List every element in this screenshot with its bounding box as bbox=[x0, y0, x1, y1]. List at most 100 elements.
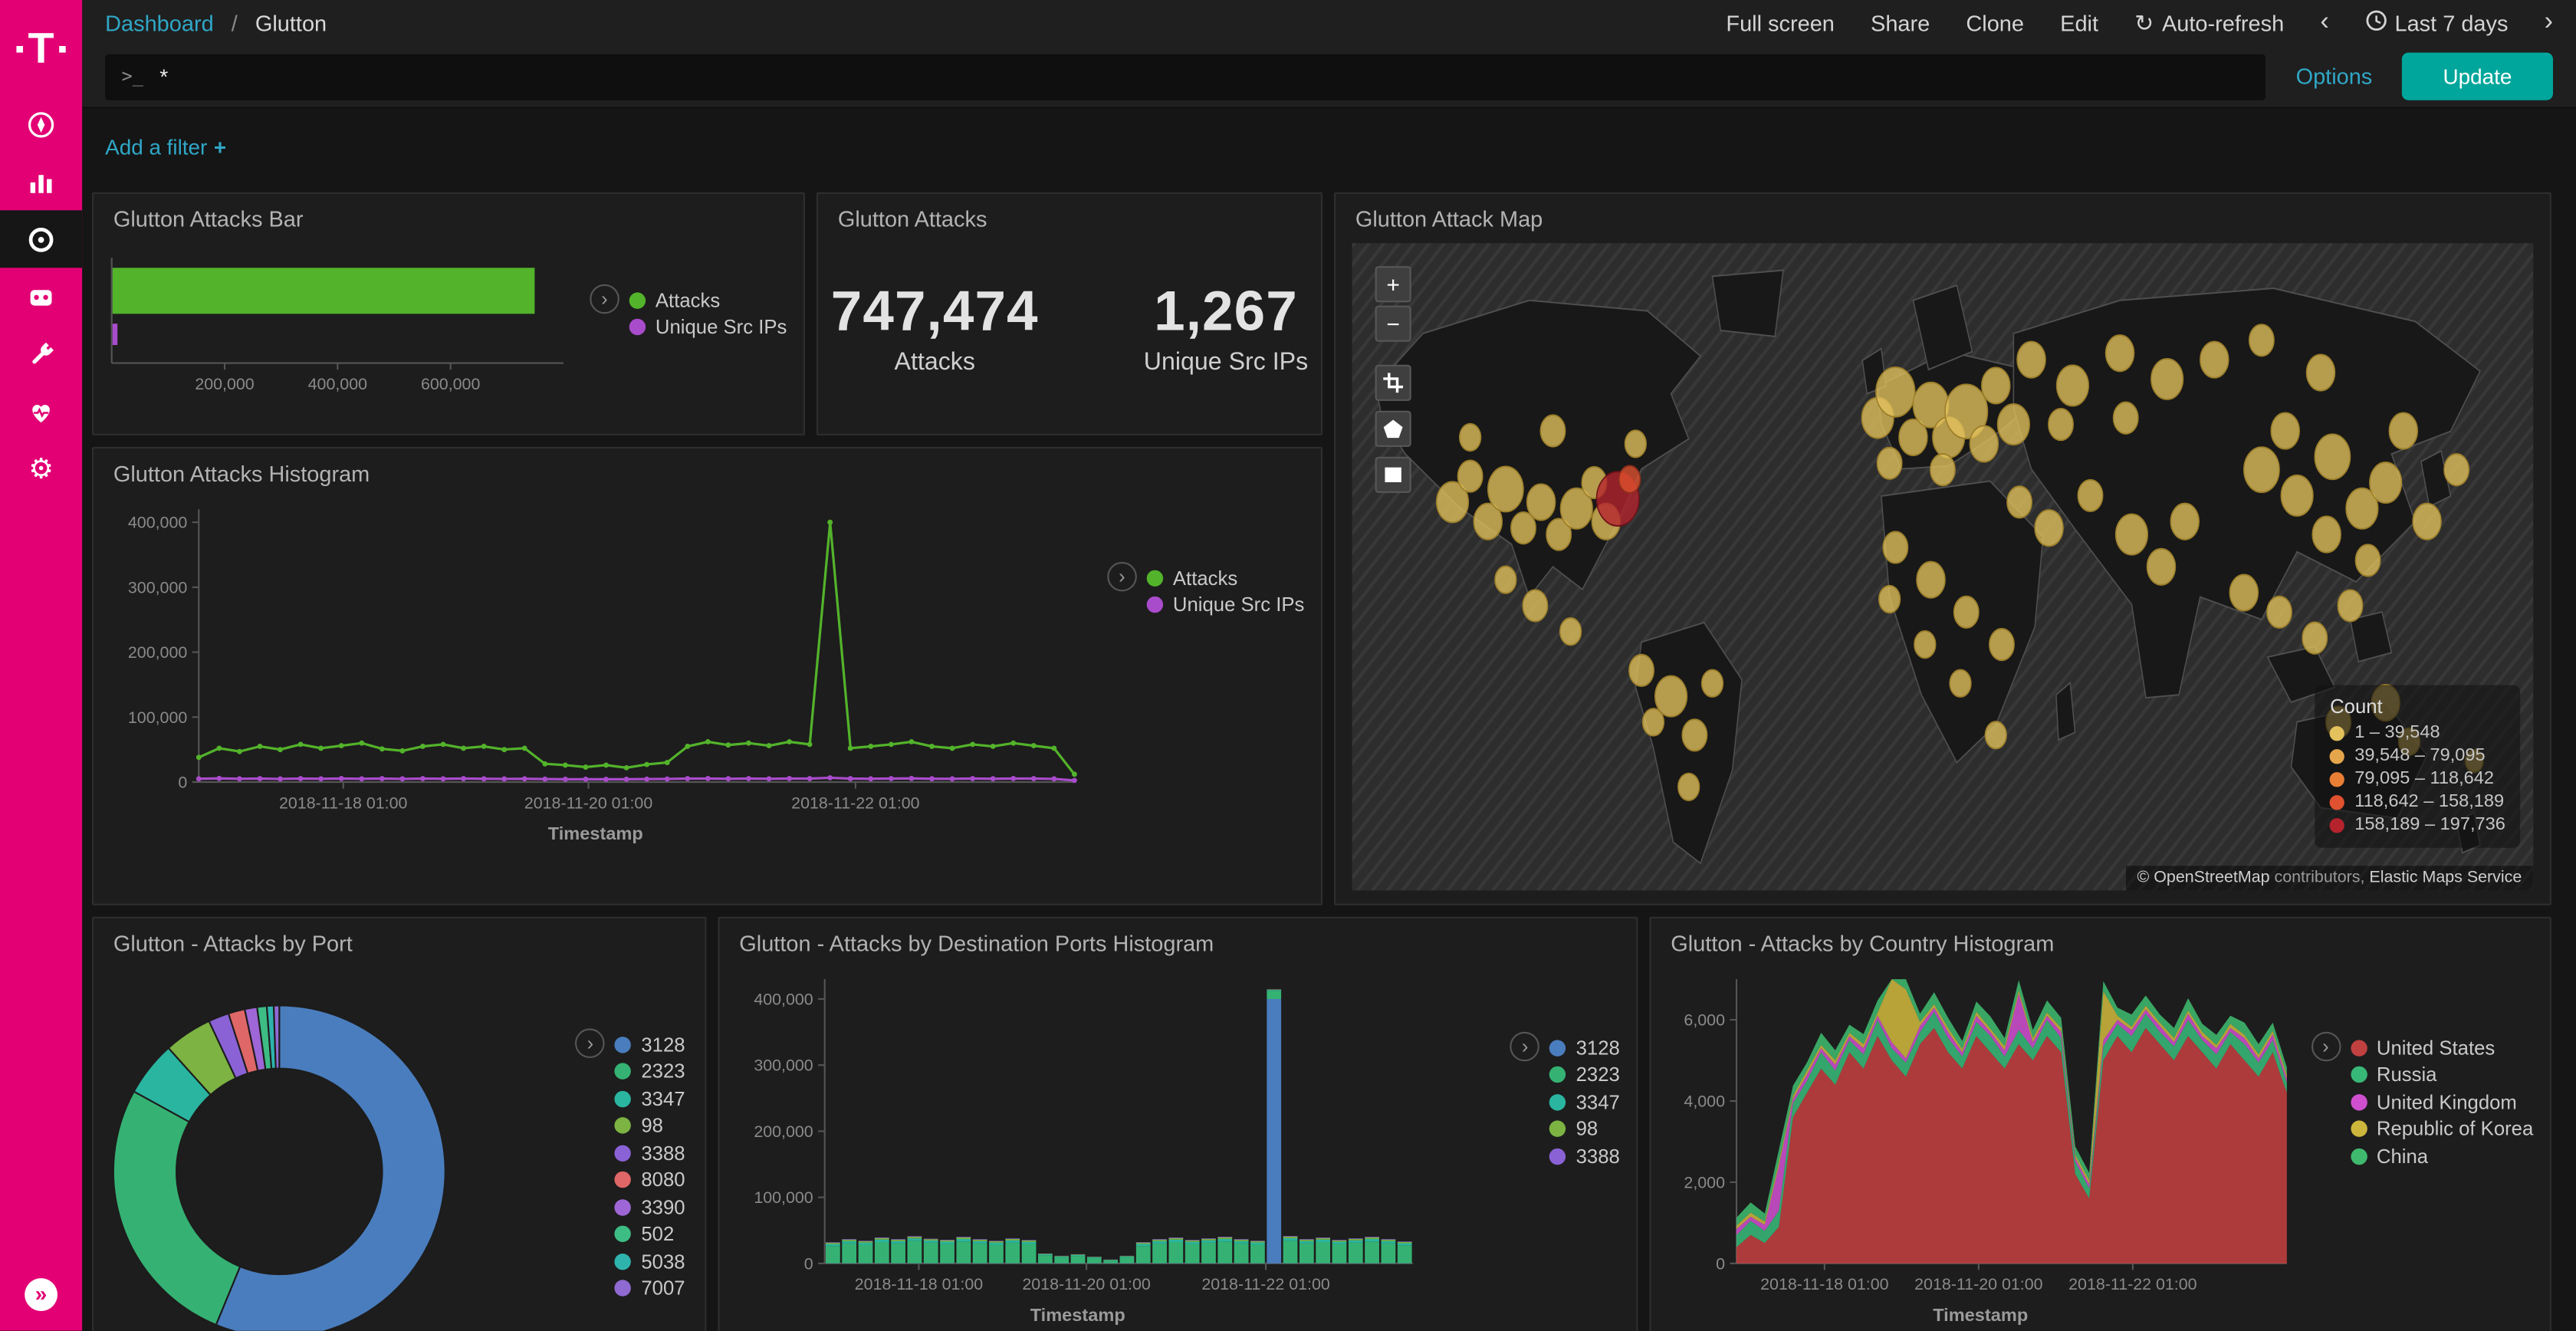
metric-unique-src-ips: 1,267 Unique Src IPs bbox=[1144, 281, 1308, 376]
sidebar-item-visualize[interactable] bbox=[0, 153, 82, 210]
share-button[interactable]: Share bbox=[1871, 11, 1930, 35]
filter-bar: Add a filter+ bbox=[82, 108, 2576, 184]
attacks-histogram-chart[interactable]: 0100,000200,000300,000400,0002018-11-18 … bbox=[107, 496, 1084, 821]
legend-item[interactable]: United Kingdom bbox=[2351, 1090, 2534, 1113]
legend-item[interactable]: 3128 bbox=[615, 1033, 685, 1056]
update-button[interactable]: Update bbox=[2402, 53, 2553, 100]
metric-value: 1,267 bbox=[1144, 281, 1308, 345]
sidebar-item-devtools[interactable] bbox=[0, 325, 82, 383]
legend-toggle-icon[interactable]: › bbox=[2311, 1032, 2341, 1062]
breadcrumb-separator: / bbox=[232, 11, 238, 35]
sidebar-item-dashboard[interactable] bbox=[0, 210, 82, 268]
legend-item[interactable]: 98 bbox=[1549, 1117, 1620, 1140]
sidebar-collapse-icon[interactable]: » bbox=[25, 1278, 58, 1311]
legend-item[interactable]: Unique Src IPs bbox=[629, 315, 787, 338]
legend-toggle-icon[interactable]: › bbox=[1510, 1032, 1540, 1062]
query-bar: >_ Options Update bbox=[82, 46, 2576, 108]
rectangle-tool-button[interactable] bbox=[1375, 457, 1411, 493]
panel-attacks-histogram: Glutton Attacks Histogram 0100,000200,00… bbox=[92, 447, 1322, 905]
chart-legend: › 3128 2323 3347 98 3388 8080 3390 502 5038 7007 bbox=[576, 1028, 692, 1330]
legend-item[interactable]: 3390 bbox=[615, 1195, 685, 1218]
ports-histogram-chart[interactable]: 0100,000200,000300,000400,0002018-11-18 … bbox=[733, 966, 1423, 1303]
svg-text:400,000: 400,000 bbox=[128, 514, 187, 532]
ports-donut-chart[interactable] bbox=[107, 999, 452, 1331]
query-input-wrap[interactable]: >_ bbox=[105, 54, 2266, 100]
legend-item[interactable]: 39,548 – 79,095 bbox=[2330, 746, 2505, 766]
legend-item[interactable]: 1 – 39,548 bbox=[2330, 723, 2505, 743]
clone-button[interactable]: Clone bbox=[1966, 11, 2024, 35]
metric-value: 747,474 bbox=[831, 281, 1039, 345]
map-count-legend: Count 1 – 39,54839,548 – 79,09579,095 – … bbox=[2315, 685, 2520, 848]
sidebar-item-discover[interactable] bbox=[0, 95, 82, 153]
logo-dot bbox=[59, 46, 66, 53]
polygon-tool-button[interactable] bbox=[1375, 411, 1411, 447]
attacks-bar-chart[interactable]: 200,000400,000600,000 bbox=[110, 248, 579, 406]
auto-refresh-button[interactable]: ↻ Auto-refresh bbox=[2134, 9, 2284, 37]
t-mobile-logo[interactable]: T bbox=[0, 0, 82, 95]
query-input[interactable] bbox=[156, 62, 2249, 90]
logo-letter: T bbox=[28, 26, 54, 69]
legend-item[interactable]: 3347 bbox=[615, 1087, 685, 1110]
legend-item[interactable]: 158,189 – 197,736 bbox=[2330, 815, 2505, 835]
legend-item[interactable]: 502 bbox=[615, 1222, 685, 1245]
metric-attacks: 747,474 Attacks bbox=[831, 281, 1039, 376]
logo-dot bbox=[17, 46, 24, 53]
legend-item[interactable]: 3388 bbox=[1549, 1145, 1620, 1168]
legend-item[interactable]: 2323 bbox=[1549, 1063, 1620, 1086]
svg-text:600,000: 600,000 bbox=[421, 375, 480, 393]
panel-title: Glutton - Attacks by Destination Ports H… bbox=[720, 919, 1637, 963]
openstreetmap-link[interactable]: © OpenStreetMap bbox=[2137, 869, 2270, 888]
map-body: + − Count 1 – 39,54839,548 – 79,09579,0 bbox=[1352, 243, 2534, 890]
legend-item[interactable]: 3128 bbox=[1549, 1036, 1620, 1059]
metric-label: Unique Src IPs bbox=[1144, 348, 1308, 376]
legend-item[interactable]: 7007 bbox=[615, 1277, 685, 1300]
panel-title: Glutton Attack Map bbox=[1336, 194, 2550, 238]
breadcrumb-current: Glutton bbox=[255, 11, 327, 35]
zoom-in-button[interactable]: + bbox=[1375, 266, 1411, 302]
legend-item[interactable]: United States bbox=[2351, 1036, 2534, 1059]
crop-filter-tool-button[interactable] bbox=[1375, 365, 1411, 401]
legend-item[interactable]: China bbox=[2351, 1145, 2534, 1168]
legend-item[interactable]: 8080 bbox=[615, 1168, 685, 1191]
query-prompt-icon: >_ bbox=[122, 66, 143, 87]
add-filter-button[interactable]: Add a filter+ bbox=[105, 134, 226, 159]
legend-item[interactable]: 5038 bbox=[615, 1250, 685, 1273]
sidebar-item-management[interactable]: ⚙ bbox=[0, 440, 82, 498]
map-controls: + − bbox=[1375, 266, 1411, 493]
legend-toggle-icon[interactable]: › bbox=[590, 284, 619, 314]
sidebar-item-monitoring[interactable] bbox=[0, 383, 82, 440]
legend-item[interactable]: 2323 bbox=[615, 1060, 685, 1083]
elastic-maps-link[interactable]: Elastic Maps Service bbox=[2369, 869, 2522, 888]
time-range-picker[interactable]: Last 7 days bbox=[2365, 10, 2509, 36]
legend-item[interactable]: 3388 bbox=[615, 1141, 685, 1164]
legend-item[interactable]: 3347 bbox=[1549, 1090, 1620, 1113]
svg-text:200,000: 200,000 bbox=[195, 375, 254, 393]
svg-text:2018-11-18 01:00: 2018-11-18 01:00 bbox=[279, 794, 408, 812]
sidebar-item-honeypot[interactable] bbox=[0, 268, 82, 325]
svg-text:2018-11-20 01:00: 2018-11-20 01:00 bbox=[524, 794, 653, 812]
time-forward-button[interactable]: › bbox=[2545, 10, 2553, 36]
legend-item[interactable]: Republic of Korea bbox=[2351, 1117, 2534, 1140]
gear-icon: ⚙ bbox=[28, 455, 54, 483]
edit-button[interactable]: Edit bbox=[2060, 11, 2098, 35]
legend-item[interactable]: 79,095 – 118,642 bbox=[2330, 769, 2505, 789]
panel-attacks-bar: Glutton Attacks Bar 200,000400,000600,00… bbox=[92, 192, 805, 435]
chart-legend: › United States Russia United Kingdom Repub… bbox=[2311, 1032, 2536, 1326]
legend-toggle-icon[interactable]: › bbox=[576, 1028, 606, 1058]
breadcrumb-dashboard-link[interactable]: Dashboard bbox=[105, 11, 214, 35]
legend-toggle-icon[interactable]: › bbox=[1107, 562, 1137, 592]
legend-item[interactable]: Attacks bbox=[629, 288, 787, 311]
legend-item[interactable]: Unique Src IPs bbox=[1147, 593, 1305, 616]
x-axis-label: Timestamp bbox=[733, 1306, 1423, 1326]
fullscreen-button[interactable]: Full screen bbox=[1726, 11, 1834, 35]
query-options-link[interactable]: Options bbox=[2296, 64, 2373, 89]
zoom-out-button[interactable]: − bbox=[1375, 306, 1411, 342]
time-back-button[interactable]: ‹ bbox=[2320, 10, 2328, 36]
legend-item[interactable]: 98 bbox=[615, 1114, 685, 1137]
svg-text:6,000: 6,000 bbox=[1684, 1011, 1725, 1030]
legend-item[interactable]: Attacks bbox=[1147, 566, 1305, 589]
legend-item[interactable]: Russia bbox=[2351, 1063, 2534, 1086]
country-histogram-chart[interactable]: 02,0004,0006,0002018-11-18 01:002018-11-… bbox=[1664, 966, 2297, 1303]
honeypot-mask-icon bbox=[26, 282, 56, 312]
legend-item[interactable]: 118,642 – 158,189 bbox=[2330, 792, 2505, 812]
